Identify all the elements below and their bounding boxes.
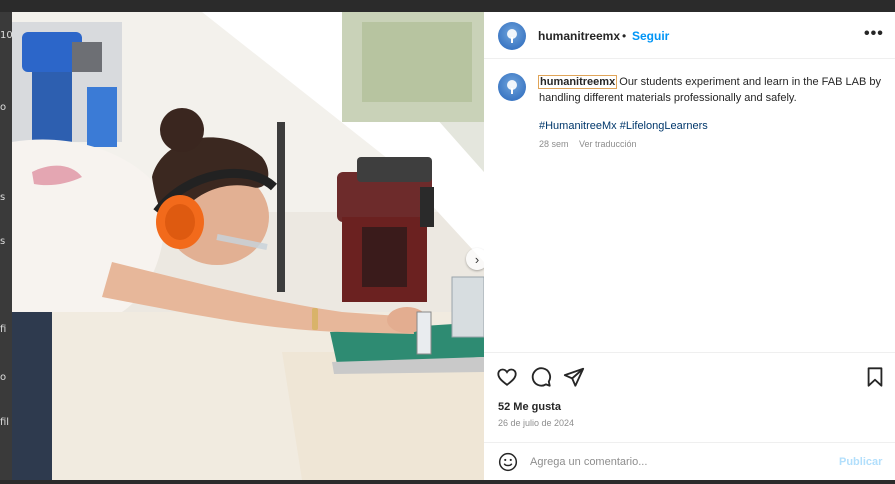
separator-dot: • (622, 29, 627, 43)
post-date: 26 de julio de 2024 (498, 418, 575, 428)
post-username[interactable]: humanitreemx (538, 29, 620, 43)
hashtag-link[interactable]: #HumanitreeMx (539, 120, 617, 132)
time-ago: 28 sem (539, 139, 569, 149)
window-top-edge (0, 0, 895, 12)
chevron-right-icon[interactable]: › (466, 248, 484, 270)
left-strip-fragment: o (0, 102, 7, 113)
avatar[interactable] (498, 73, 526, 101)
left-strip-fragment: o (0, 372, 7, 383)
caption-username-link[interactable]: humanitreemx (537, 75, 618, 89)
post-details-panel: humanitreemx • Seguir ••• humanitreemx O… (484, 12, 895, 480)
follow-button[interactable]: Seguir (632, 29, 669, 43)
post-caption: humanitreemx Our students experiment and… (537, 74, 884, 106)
comment-bar: Publicar (484, 442, 895, 480)
post-image[interactable]: › (12, 12, 484, 480)
translate-link[interactable]: Ver traducción (579, 139, 637, 149)
more-horizontal-icon[interactable]: ••• (864, 25, 884, 43)
publish-button[interactable]: Publicar (839, 456, 882, 468)
left-strip-fragment: s (0, 236, 6, 247)
comment-input[interactable] (530, 451, 830, 473)
comment-icon[interactable] (530, 366, 552, 388)
avatar[interactable] (498, 22, 526, 50)
left-strip-fragment: fi (0, 324, 7, 335)
left-strip-fragment: s (0, 192, 6, 203)
left-strip-fragment: fil (0, 417, 10, 428)
caption-meta: 28 sem Ver traducción (539, 139, 637, 149)
bookmark-icon[interactable] (864, 366, 886, 388)
likes-count[interactable]: 52 Me gusta (498, 401, 561, 413)
fab-lab-photo (12, 12, 484, 480)
window-bottom-edge (0, 480, 895, 484)
tree-logo-icon (507, 29, 517, 43)
tree-logo-icon (507, 80, 517, 94)
background-page-strip: 10 o s s fi o fil (0, 12, 12, 480)
send-icon[interactable] (563, 366, 585, 388)
post-header: humanitreemx • Seguir ••• (484, 12, 895, 59)
left-strip-fragment: 10 (0, 30, 12, 41)
hashtag-list: #HumanitreeMx #LifelongLearners (539, 120, 708, 132)
emoji-icon[interactable] (498, 452, 518, 472)
hashtag-link[interactable]: #LifelongLearners (620, 120, 708, 132)
heart-icon[interactable] (496, 366, 518, 388)
